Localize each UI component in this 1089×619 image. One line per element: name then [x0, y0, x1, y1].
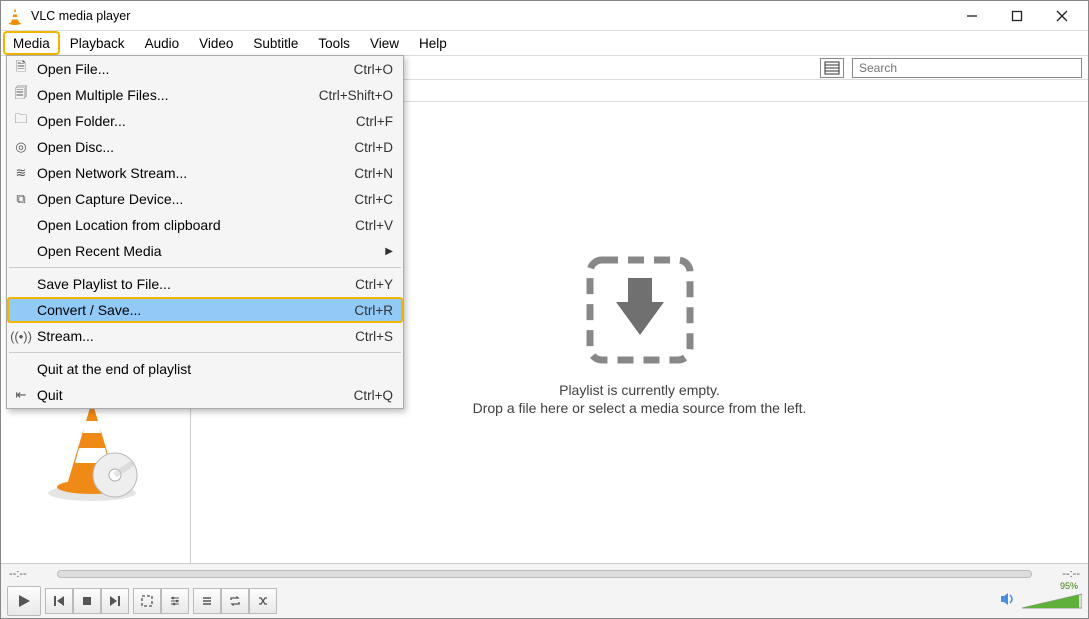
- menu-media[interactable]: Media: [3, 31, 60, 55]
- vlc-cone-art: [37, 393, 147, 503]
- menu-audio[interactable]: Audio: [135, 31, 190, 55]
- menu-open-network[interactable]: ≋Open Network Stream...Ctrl+N: [7, 160, 403, 186]
- menu-separator: [9, 352, 401, 353]
- network-icon: ≋: [13, 165, 29, 181]
- seek-slider[interactable]: [57, 570, 1032, 578]
- menu-separator: [9, 267, 401, 268]
- menu-open-disc[interactable]: ◎Open Disc...Ctrl+D: [7, 134, 403, 160]
- previous-button[interactable]: [45, 588, 73, 614]
- volume-percent: 95%: [1060, 581, 1078, 591]
- media-dropdown: 🗎Open File...Ctrl+O 🗐Open Multiple Files…: [6, 55, 404, 409]
- player-controls: --:-- --:-- 95: [1, 563, 1088, 618]
- menu-convert-save[interactable]: Convert / Save...Ctrl+R: [7, 297, 403, 323]
- menu-tools[interactable]: Tools: [308, 31, 360, 55]
- menu-open-multiple[interactable]: 🗐Open Multiple Files...Ctrl+Shift+O: [7, 82, 403, 108]
- stream-icon: ((•)): [13, 328, 29, 344]
- fullscreen-button[interactable]: [133, 588, 161, 614]
- time-elapsed: --:--: [9, 568, 49, 580]
- time-total: --:--: [1040, 568, 1080, 580]
- menu-open-recent[interactable]: Open Recent Media▶: [7, 238, 403, 264]
- playlist-button[interactable]: [193, 588, 221, 614]
- quit-icon: ⇤: [13, 387, 29, 403]
- menu-open-folder[interactable]: 🗀Open Folder...Ctrl+F: [7, 108, 403, 134]
- close-button[interactable]: [1039, 1, 1084, 31]
- drop-arrow-icon: [580, 250, 700, 370]
- menu-open-file[interactable]: 🗎Open File...Ctrl+O: [7, 56, 403, 82]
- volume-slider[interactable]: 95%: [1022, 592, 1082, 610]
- extended-settings-button[interactable]: [161, 588, 189, 614]
- menu-view[interactable]: View: [360, 31, 409, 55]
- shuffle-button[interactable]: [249, 588, 277, 614]
- menu-save-playlist[interactable]: Save Playlist to File...Ctrl+Y: [7, 271, 403, 297]
- empty-line1: Playlist is currently empty.: [559, 382, 720, 398]
- view-toggle-button[interactable]: [820, 58, 844, 78]
- next-button[interactable]: [101, 588, 129, 614]
- stop-button[interactable]: [73, 588, 101, 614]
- seek-row: --:-- --:--: [1, 564, 1088, 584]
- menu-quit[interactable]: ⇤QuitCtrl+Q: [7, 382, 403, 408]
- search-input[interactable]: [852, 58, 1082, 78]
- menu-help[interactable]: Help: [409, 31, 457, 55]
- menu-video[interactable]: Video: [189, 31, 243, 55]
- file-icon: 🗎: [13, 61, 29, 77]
- menu-quit-end[interactable]: Quit at the end of playlist: [7, 356, 403, 382]
- capture-icon: ⧉: [13, 191, 29, 207]
- submenu-arrow-icon: ▶: [385, 246, 393, 257]
- vlc-icon: [5, 6, 25, 26]
- buttons-row: 95%: [1, 584, 1088, 618]
- disc-icon: ◎: [13, 139, 29, 155]
- menu-subtitle[interactable]: Subtitle: [243, 31, 308, 55]
- speaker-icon[interactable]: [1000, 592, 1016, 611]
- menu-open-capture[interactable]: ⧉Open Capture Device...Ctrl+C: [7, 186, 403, 212]
- empty-line2: Drop a file here or select a media sourc…: [473, 400, 807, 416]
- window-controls: [949, 1, 1084, 31]
- files-icon: 🗐: [13, 87, 29, 103]
- titlebar: VLC media player: [1, 1, 1088, 31]
- minimize-button[interactable]: [949, 1, 994, 31]
- play-button[interactable]: [7, 586, 41, 616]
- menubar: Media Playback Audio Video Subtitle Tool…: [1, 31, 1088, 55]
- folder-icon: 🗀: [13, 113, 29, 129]
- loop-button[interactable]: [221, 588, 249, 614]
- menu-open-clipboard[interactable]: Open Location from clipboardCtrl+V: [7, 212, 403, 238]
- menu-stream[interactable]: ((•))Stream...Ctrl+S: [7, 323, 403, 349]
- window-title: VLC media player: [31, 9, 949, 23]
- maximize-button[interactable]: [994, 1, 1039, 31]
- volume-area: 95%: [1000, 592, 1082, 611]
- menu-playback[interactable]: Playback: [60, 31, 135, 55]
